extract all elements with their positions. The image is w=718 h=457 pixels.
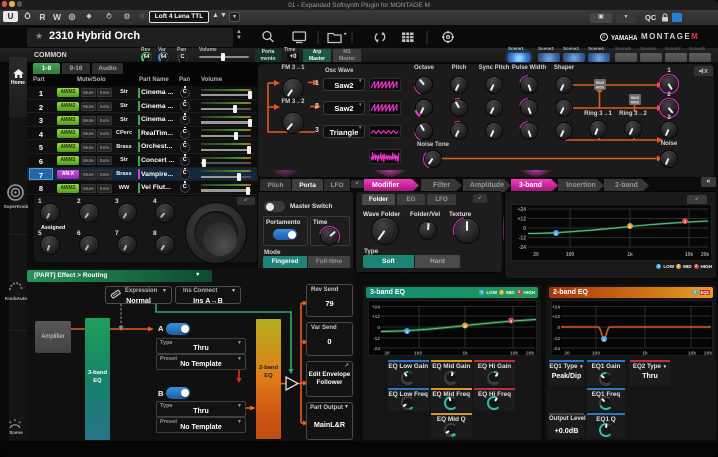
svg-text:1k: 1k — [627, 252, 633, 258]
svg-text:10k: 10k — [685, 252, 694, 258]
svg-text:-24: -24 — [519, 245, 526, 251]
svg-text:-12: -12 — [373, 336, 380, 342]
svg-text:0: 0 — [557, 325, 560, 331]
svg-text:-12: -12 — [553, 336, 560, 342]
svg-text:0: 0 — [377, 325, 380, 331]
svg-text:20: 20 — [533, 252, 539, 258]
svg-text:20: 20 — [384, 351, 390, 357]
svg-text:+24: +24 — [552, 305, 560, 311]
svg-text:0: 0 — [523, 226, 526, 232]
svg-text:10k: 10k — [510, 351, 518, 357]
svg-text:+12: +12 — [552, 314, 560, 320]
svg-text:-12: -12 — [519, 236, 526, 242]
svg-text:-24: -24 — [373, 346, 380, 352]
svg-text:RING: RING — [596, 81, 605, 85]
svg-text:20: 20 — [564, 351, 570, 357]
svg-text:+12: +12 — [518, 217, 527, 223]
svg-text:20k: 20k — [526, 351, 534, 357]
svg-text:MOD: MOD — [631, 101, 639, 105]
svg-text:20k: 20k — [701, 252, 710, 258]
svg-text:20k: 20k — [704, 351, 712, 357]
svg-text:MOD: MOD — [596, 86, 604, 90]
svg-text:100: 100 — [414, 351, 422, 357]
svg-text:-24: -24 — [553, 346, 560, 352]
svg-text:100: 100 — [592, 351, 600, 357]
svg-text:1k: 1k — [462, 351, 468, 357]
svg-text:▼: ▼ — [343, 32, 347, 37]
svg-text:RING: RING — [631, 96, 640, 100]
svg-text:+12: +12 — [372, 314, 380, 320]
svg-text:+24: +24 — [372, 305, 380, 311]
svg-text:1k: 1k — [642, 351, 648, 357]
svg-text:+24: +24 — [518, 207, 527, 213]
svg-text:100: 100 — [566, 252, 575, 258]
svg-text:10k: 10k — [688, 351, 696, 357]
